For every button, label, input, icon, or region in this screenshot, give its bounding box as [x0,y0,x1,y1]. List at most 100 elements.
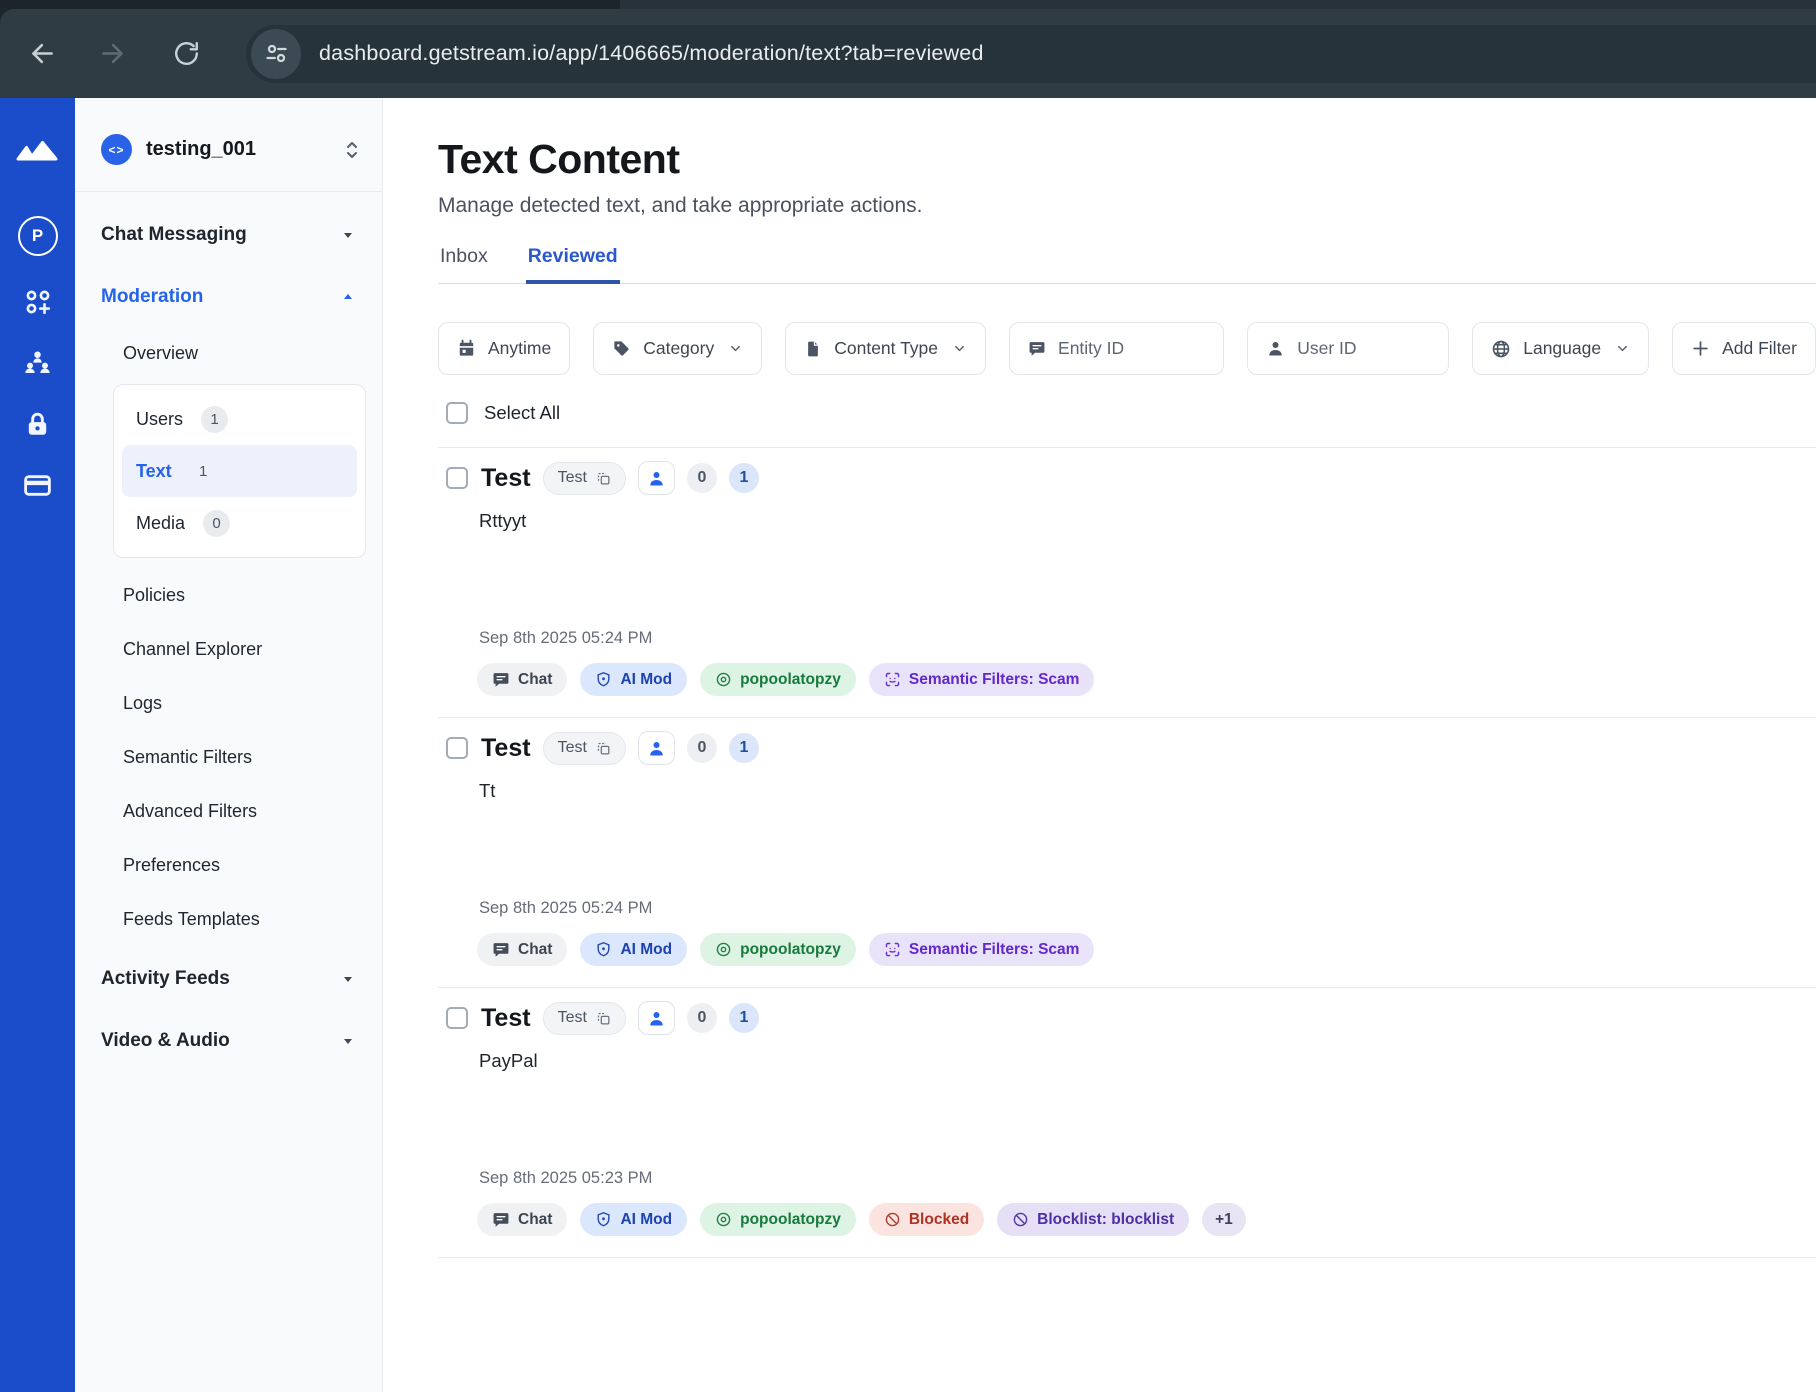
item-content-text: Rttyyt [479,510,1816,532]
grid-plus-icon[interactable] [23,287,53,317]
billing-card-icon[interactable] [22,470,53,501]
scan-icon [884,941,901,958]
team-icon[interactable] [22,348,53,379]
tag-semantic-filters-scam: Semantic Filters: Scam [869,663,1095,696]
category-filter[interactable]: Category [593,322,762,375]
shield-icon [595,1211,612,1228]
sidebar-item-media[interactable]: Media0 [122,497,357,549]
sidebar-item-activity-feeds[interactable]: Activity Feeds [101,950,366,1008]
user-badge[interactable] [638,731,675,765]
sidebar-item-channel-explorer[interactable]: Channel Explorer [101,622,366,676]
entity-id-filter[interactable]: Entity ID [1009,322,1224,375]
tag-popoolatopzy: popoolatopzy [700,663,856,696]
item-checkbox[interactable] [446,737,468,759]
item-checkbox[interactable] [446,1007,468,1029]
reload-icon[interactable] [168,36,204,72]
tag-ai-mod: AI Mod [580,1203,687,1236]
anytime-filter[interactable]: Anytime [438,322,570,375]
user-badge[interactable] [638,1001,675,1035]
chat-bubble-icon [1028,340,1046,358]
block-icon [1012,1211,1029,1228]
tag-label: AI Mod [620,671,672,689]
count-badge: 1 [190,458,217,485]
main-content: Text Content Manage detected text, and t… [383,98,1816,1392]
item-title: Test [481,464,531,493]
item-checkbox[interactable] [446,467,468,489]
sidebar-item-advanced-filters[interactable]: Advanced Filters [101,784,366,838]
sidebar-item-text[interactable]: Text 1 [122,445,357,497]
forward-icon[interactable] [94,36,130,72]
tab-inbox[interactable]: Inbox [438,245,490,283]
item-header: Test Test 0 1 [446,461,1816,495]
tab-bar: Inbox Reviewed [438,245,1816,284]
filter-label: Add Filter [1722,338,1797,359]
stream-logo-icon[interactable] [15,136,61,166]
tag-1[interactable]: +1 [1202,1203,1246,1236]
entity-pill[interactable]: Test [543,1002,626,1035]
tag-chat: Chat [477,933,567,966]
user-badge[interactable] [638,461,675,495]
language-filter[interactable]: Language [1472,322,1649,375]
tag-label: popoolatopzy [740,1211,841,1229]
filter-bar: Anytime Category Content Type Entity ID User… [438,322,1816,375]
nav-label: Semantic Filters [123,747,252,768]
address-bar[interactable]: dashboard.getstream.io/app/1406665/moder… [246,25,1816,83]
sidebar-item-policies[interactable]: Policies [101,568,366,622]
moderation-item: Test Test 0 1 PayPal Sep 8th 2025 05:23 … [438,988,1816,1258]
nav-label: Moderation [101,286,203,308]
sidebar-item-users[interactable]: Users1 [122,393,357,445]
item-tags: ChatAI ModpopoolatopzyBlockedBlocklist: … [477,1203,1816,1236]
back-icon[interactable] [24,36,60,72]
item-header: Test Test 0 1 [446,1001,1816,1035]
card-row-label: Text [136,461,172,482]
nav-label: Channel Explorer [123,639,262,660]
count-blue-badge: 1 [729,1003,759,1033]
count-blue-badge: 1 [729,463,759,493]
sidebar-item-moderation[interactable]: Moderation [101,268,366,326]
chevron-down-icon [1615,341,1630,356]
sidebar-item-chat-messaging[interactable]: Chat Messaging [101,206,366,264]
sidebar-item-preferences[interactable]: Preferences [101,838,366,892]
nav-label: Overview [123,343,198,364]
chevron-down-icon [952,341,967,356]
content-list: Test Test 0 1 Rttyyt Sep 8th 2025 05:24 … [438,447,1816,1258]
count-blue-badge: 1 [729,733,759,763]
sort-chevrons-icon[interactable] [344,140,360,160]
user-icon [647,739,666,758]
page-title: Text Content [438,136,1816,183]
filter-label: Entity ID [1058,338,1124,359]
entity-pill[interactable]: Test [543,732,626,765]
tag-popoolatopzy: popoolatopzy [700,1203,856,1236]
nav-label: Activity Feeds [101,968,230,990]
nav-label: Chat Messaging [101,224,247,246]
plus-icon [1691,339,1710,358]
tag-label: Blocked [909,1211,969,1229]
tag-label: AI Mod [620,1211,672,1229]
tab-reviewed[interactable]: Reviewed [526,245,620,283]
user-id-filter[interactable]: User ID [1247,322,1449,375]
sidebar-item-video-audio[interactable]: Video & Audio [101,1012,366,1070]
lock-icon[interactable] [23,410,52,439]
sidebar-item-feeds-templates[interactable]: Feeds Templates [101,892,366,946]
item-header: Test Test 0 1 [446,731,1816,765]
url-text[interactable]: dashboard.getstream.io/app/1406665/moder… [319,41,984,66]
page-subtitle: Manage detected text, and take appropria… [438,194,1816,218]
sidebar-item-semantic-filters[interactable]: Semantic Filters [101,730,366,784]
tag-label: AI Mod [620,941,672,959]
filter-label: Language [1523,338,1601,359]
person-icon [1266,339,1285,358]
avatar[interactable]: P [18,216,58,256]
select-all-checkbox[interactable] [446,402,468,424]
add-filter-filter[interactable]: Add Filter [1672,322,1816,375]
chevron-up-icon [342,291,354,303]
sidebar-item-overview[interactable]: Overview [101,326,366,380]
filter-label: Anytime [488,338,551,359]
tag-label: Chat [518,671,552,689]
entity-pill[interactable]: Test [543,462,626,495]
workspace-selector[interactable]: <> testing_001 [101,134,366,165]
copy-icon [596,1011,611,1026]
tag-icon [612,339,631,358]
content-type-filter[interactable]: Content Type [785,322,986,375]
sidebar-item-logs[interactable]: Logs [101,676,366,730]
site-settings-icon[interactable] [251,29,301,79]
